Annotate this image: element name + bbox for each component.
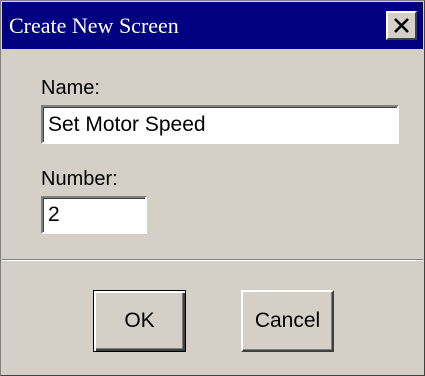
number-input[interactable] — [41, 196, 147, 234]
close-button[interactable] — [386, 11, 417, 40]
number-label: Number: — [41, 168, 118, 190]
divider — [2, 259, 423, 261]
title-bar[interactable]: Create New Screen — [2, 2, 423, 49]
name-input[interactable] — [41, 105, 399, 144]
create-new-screen-dialog: Create New Screen Name: Number: OK Cance… — [0, 0, 425, 376]
close-icon — [394, 18, 409, 33]
cancel-button[interactable]: Cancel — [241, 290, 334, 352]
dialog-title: Create New Screen — [9, 13, 179, 38]
ok-button[interactable]: OK — [93, 290, 186, 352]
name-label: Name: — [41, 77, 100, 99]
